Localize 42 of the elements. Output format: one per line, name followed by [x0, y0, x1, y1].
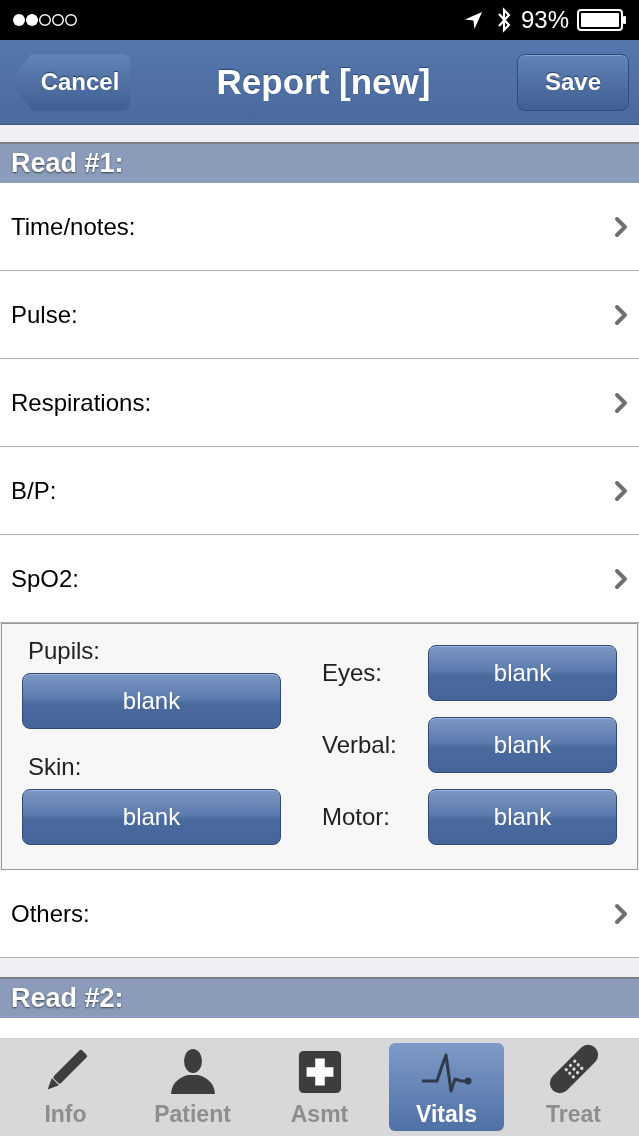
person-icon — [168, 1047, 217, 1095]
signal-strength-icon — [12, 13, 78, 27]
table-row[interactable]: Time/notes: — [0, 183, 639, 271]
table-row[interactable]: Others: — [0, 870, 639, 958]
tab[interactable]: Vitals — [389, 1043, 504, 1131]
row-label: Others: — [11, 898, 91, 929]
chevron-icon — [614, 303, 628, 326]
picker-button[interactable]: blank — [428, 717, 617, 773]
row-label: Pulse: — [11, 299, 79, 330]
table-row[interactable]: B/P: — [0, 447, 639, 535]
field-label: Motor: — [322, 803, 391, 831]
medical-cross-icon — [296, 1049, 343, 1095]
section-header: Read #2: — [0, 977, 639, 1018]
pulse-line-icon — [420, 1051, 473, 1095]
field-label: Pupils: — [28, 637, 102, 665]
row-label: SpO2: — [11, 563, 81, 594]
chevron-icon — [614, 902, 628, 925]
picker-button[interactable]: blank — [428, 789, 617, 845]
battery-icon — [577, 9, 627, 31]
chevron-icon — [614, 567, 628, 590]
field-label: Skin: — [28, 753, 83, 781]
picker-button[interactable]: blank — [428, 645, 617, 701]
chevron-icon — [614, 215, 628, 238]
chevron-icon — [614, 479, 628, 502]
screen-title: Report [new] — [215, 60, 432, 103]
table-row[interactable]: Respirations: — [0, 359, 639, 447]
row-label: Time/notes: — [11, 211, 137, 242]
save-button[interactable]: Save — [517, 53, 629, 111]
bluetooth-icon — [496, 7, 511, 33]
section-header: Read #1: — [0, 142, 639, 183]
table-row[interactable] — [0, 1018, 639, 1038]
location-arrow-icon — [463, 10, 483, 30]
table-row[interactable]: SpO2: — [0, 535, 639, 623]
row-label: Respirations: — [11, 387, 153, 418]
battery-percentage: 93% — [520, 8, 569, 32]
table-row[interactable]: Pulse: — [0, 271, 639, 359]
field-label: Verbal: — [322, 731, 398, 759]
chevron-icon — [614, 391, 628, 414]
row-label: B/P: — [11, 475, 58, 506]
field-label: Eyes: — [322, 659, 384, 687]
picker-button[interactable]: blank — [22, 789, 281, 845]
picker-button[interactable]: blank — [22, 673, 281, 729]
